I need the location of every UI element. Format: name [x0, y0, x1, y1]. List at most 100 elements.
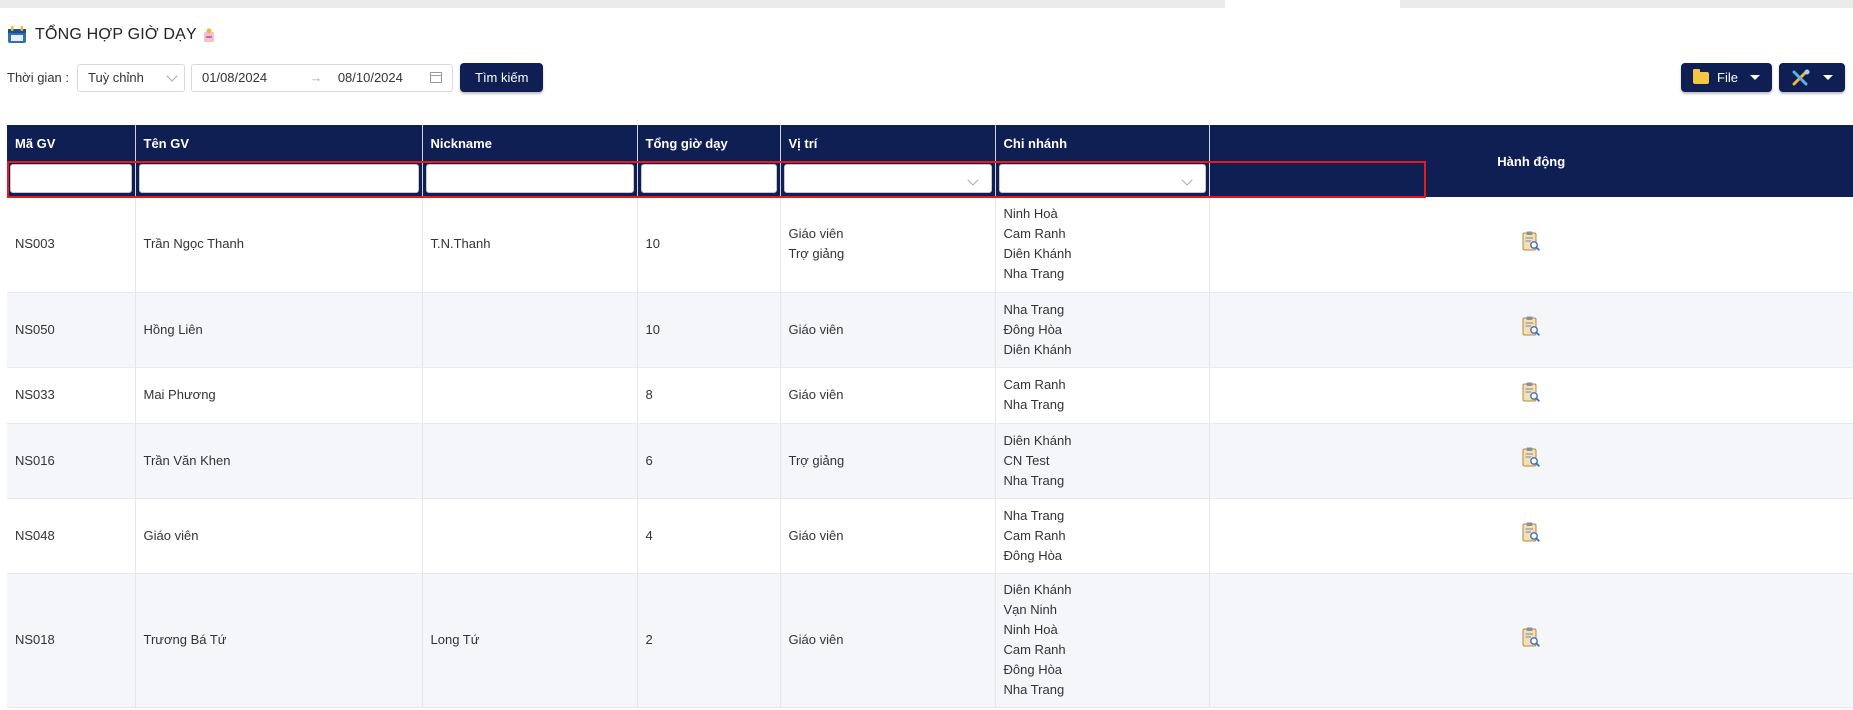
cell-chi-nhanh: Diên Khánh CN Test Nha Trang — [995, 423, 1210, 499]
filter-nickname-input[interactable] — [425, 164, 634, 193]
cell-nickname — [422, 367, 638, 424]
cell-text-line: 8 — [645, 387, 653, 402]
cell-text-line: Trợ giảng — [788, 246, 845, 262]
cell-text-line: Trần Ngọc Thanh — [143, 236, 244, 252]
cell-text-line: 2 — [645, 632, 653, 647]
time-range-select[interactable]: Tuỳ chỉnh — [77, 63, 185, 92]
cell-ten-gv: Giáo viên — [135, 498, 423, 574]
cell-ten-gv: Trương Bá Tứ — [135, 573, 423, 708]
arrow-right-icon: → — [309, 70, 323, 85]
column-header-tong-gio-day[interactable]: Tổng giờ dạy — [637, 125, 781, 161]
cell-ten-gv: Trần Văn Khen — [135, 423, 423, 499]
cell-text-line: Long Tứ — [430, 632, 480, 647]
cell-ma-gv: NS018 — [7, 573, 136, 708]
cell-action — [1209, 197, 1853, 293]
cell-vi-tri: Giáo viên — [780, 573, 996, 708]
tools-icon — [1791, 69, 1811, 87]
clipboard-search-icon[interactable] — [1522, 447, 1540, 468]
filter-ma-gv-input[interactable] — [10, 164, 132, 193]
filter-vi-tri-select[interactable] — [783, 164, 992, 193]
cell-text-line: Nha Trang — [1003, 507, 1065, 523]
column-header-vi-tri[interactable]: Vị trí — [780, 125, 996, 161]
table-row: NS016 Trần Văn Khen 6 Trợ giảng Diên Khánh CN… — [7, 423, 1853, 499]
cell-text-line: Diên Khánh — [1003, 582, 1072, 597]
cell-nickname: T.N.Thanh — [422, 197, 638, 293]
cell-text-line: Nha Trang — [1003, 266, 1065, 282]
cell-text-line: Đông Hòa — [1003, 321, 1063, 337]
teaching-hours-table: Mã GV Tên GV Nickname Tổng giờ dạy Vị tr… — [7, 125, 1853, 708]
cell-ten-gv: Mai Phương — [135, 367, 423, 424]
cell-text-line: Cam Ranh — [1003, 642, 1066, 657]
cell-text-line: NS033 — [15, 387, 55, 402]
filter-ten-gv-input[interactable] — [138, 164, 419, 193]
cell-text-line: Mai Phương — [143, 387, 216, 402]
cell-text-line: 4 — [645, 527, 653, 543]
cell-tong-gio-day: 6 — [637, 423, 781, 499]
cell-text-line: Cam Ranh — [1003, 377, 1066, 392]
top-tab-strip — [0, 0, 1853, 8]
cell-text-line: Ninh Hoà — [1003, 206, 1058, 222]
clipboard-search-icon[interactable] — [1522, 316, 1540, 337]
cell-tong-gio-day: 8 — [637, 367, 781, 424]
cell-text-line: Diên Khánh — [1003, 246, 1072, 262]
clipboard-search-icon[interactable] — [1522, 231, 1540, 252]
cell-text-line: NS003 — [15, 236, 55, 252]
column-header-hanh-dong: Hành động — [1209, 125, 1853, 197]
file-button-label: File — [1717, 70, 1738, 85]
cell-nickname — [422, 292, 638, 368]
column-header-ma-gv[interactable]: Mã GV — [7, 125, 136, 161]
cell-text-line: Nha Trang — [1003, 397, 1065, 412]
file-button[interactable]: File — [1681, 63, 1772, 92]
cell-text-line: Giáo viên — [788, 226, 844, 242]
cell-text-line: Giáo viên — [788, 632, 844, 647]
cell-text-line: NS048 — [15, 527, 55, 543]
cell-text-line: Nha Trang — [1003, 301, 1065, 317]
time-label: Thời gian : — [7, 70, 69, 85]
caret-down-icon — [1750, 75, 1760, 80]
cell-action — [1209, 498, 1853, 574]
cell-text-line: 6 — [645, 452, 653, 468]
active-tab[interactable] — [1225, 0, 1400, 8]
chevron-down-icon — [966, 174, 979, 186]
cell-text-line: NS018 — [15, 632, 55, 647]
cell-ten-gv: Trần Ngọc Thanh — [135, 197, 423, 293]
cell-text-line: Đông Hòa — [1003, 662, 1063, 677]
cell-action — [1209, 423, 1853, 499]
cell-action — [1209, 573, 1853, 708]
cell-ma-gv: NS016 — [7, 423, 136, 499]
chevron-down-icon — [166, 69, 178, 82]
cell-chi-nhanh: Ninh Hoà Cam Ranh Diên Khánh Nha Trang — [995, 197, 1210, 293]
date-to-input[interactable]: 08/10/2024 — [338, 70, 430, 85]
cell-ma-gv: NS050 — [7, 292, 136, 368]
table-row: NS048 Giáo viên 4 Giáo viên Nha Trang Cam Ran… — [7, 498, 1853, 574]
cell-vi-tri: Giáo viên — [780, 498, 996, 574]
cell-text-line: T.N.Thanh — [430, 236, 491, 252]
table-row: NS050 Hồng Liên 10 Giáo viên Nha Trang Đông H… — [7, 292, 1853, 368]
cell-chi-nhanh: Diên Khánh Vạn Ninh Ninh Hoà Cam Ranh Đông H… — [995, 573, 1210, 708]
cell-ma-gv: NS048 — [7, 498, 136, 574]
clipboard-search-icon[interactable] — [1522, 522, 1540, 543]
cell-text-line: Cam Ranh — [1003, 527, 1066, 543]
search-button[interactable]: Tìm kiếm — [460, 63, 544, 92]
clipboard-search-icon[interactable] — [1522, 627, 1540, 648]
cell-vi-tri: Trợ giảng — [780, 423, 996, 499]
date-range-picker[interactable]: 01/08/2024 → 08/10/2024 — [191, 63, 453, 92]
column-header-chi-nhanh[interactable]: Chi nhánh — [995, 125, 1210, 161]
column-header-ten-gv[interactable]: Tên GV — [135, 125, 423, 161]
page-title: TỔNG HỢP GIỜ DẠY — [35, 26, 197, 43]
table-row: NS018 Trương Bá Tứ Long Tứ 2 Giáo viên Diên K… — [7, 573, 1853, 708]
cell-text-line: Giáo viên — [143, 527, 199, 543]
cell-action — [1209, 292, 1853, 368]
filter-tong-gio-input[interactable] — [640, 164, 777, 193]
calendar-small-icon[interactable] — [430, 72, 442, 83]
cell-text-line: Đông Hòa — [1003, 547, 1063, 563]
clipboard-search-icon[interactable] — [1522, 382, 1540, 403]
filter-chi-nhanh-select[interactable] — [998, 164, 1206, 193]
table-row: NS003 Trần Ngọc Thanh T.N.Thanh 10 Giáo viên… — [7, 197, 1853, 293]
date-from-input[interactable]: 01/08/2024 — [202, 70, 306, 85]
cell-vi-tri: Giáo viên — [780, 367, 996, 424]
column-header-nickname[interactable]: Nickname — [422, 125, 638, 161]
toolbar: File — [1674, 63, 1845, 92]
cell-tong-gio-day: 4 — [637, 498, 781, 574]
tools-button[interactable] — [1779, 63, 1845, 92]
